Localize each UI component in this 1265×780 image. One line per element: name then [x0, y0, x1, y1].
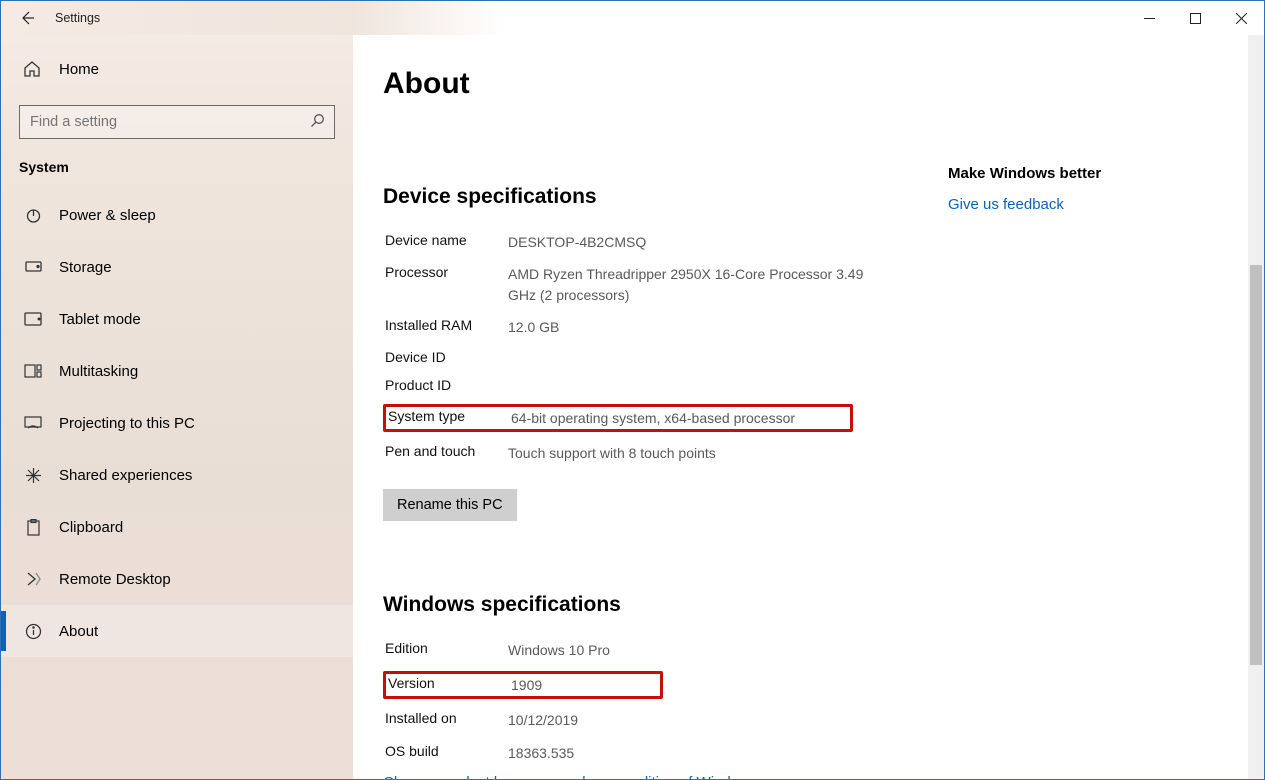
titlebar: Settings — [1, 1, 1264, 35]
rename-pc-button[interactable]: Rename this PC — [383, 489, 517, 521]
maximize-button[interactable] — [1172, 2, 1218, 34]
windows-spec-heading: Windows specifications — [383, 593, 1264, 617]
home-icon — [23, 60, 41, 78]
multitasking-icon — [23, 364, 43, 378]
spec-value: 18363.535 — [508, 743, 574, 763]
spec-label: Installed RAM — [385, 317, 508, 337]
window-title: Settings — [55, 11, 100, 25]
spec-value: 12.0 GB — [508, 317, 559, 337]
sidebar-item-label: Projecting to this PC — [59, 415, 195, 432]
spec-label: Product ID — [385, 377, 508, 393]
sidebar-item-label: Storage — [59, 259, 112, 276]
spec-edition: Edition Windows 10 Pro — [383, 639, 1264, 661]
sidebar-item-label: Power & sleep — [59, 207, 156, 224]
shared-experiences-icon — [23, 467, 43, 484]
spec-value: AMD Ryzen Threadripper 2950X 16-Core Pro… — [508, 264, 868, 305]
scrollbar[interactable] — [1248, 35, 1264, 779]
minimize-icon — [1144, 13, 1155, 24]
about-icon — [23, 623, 43, 640]
spec-label: Version — [388, 675, 511, 695]
close-icon — [1236, 13, 1247, 24]
arrow-left-icon — [19, 10, 35, 26]
spec-label: OS build — [385, 743, 508, 763]
sidebar-item-storage[interactable]: Storage — [1, 241, 353, 293]
spec-label: Processor — [385, 264, 508, 305]
sidebar-item-label: About — [59, 623, 98, 640]
page-title: About — [383, 67, 1264, 101]
close-button[interactable] — [1218, 2, 1264, 34]
sidebar-item-tablet-mode[interactable]: Tablet mode — [1, 293, 353, 345]
spec-pen-touch: Pen and touch Touch support with 8 touch… — [383, 442, 1264, 464]
sidebar-item-remote-desktop[interactable]: Remote Desktop — [1, 553, 353, 605]
right-pane: Make Windows better Give us feedback — [948, 165, 1101, 213]
device-spec-heading: Device specifications — [383, 185, 1264, 209]
spec-label: System type — [388, 408, 511, 428]
power-icon — [23, 207, 43, 224]
sidebar-item-label: Shared experiences — [59, 467, 192, 484]
remote-desktop-icon — [23, 571, 43, 587]
spec-installed-on: Installed on 10/12/2019 — [383, 709, 1264, 731]
tablet-icon — [23, 312, 43, 326]
spec-processor: Processor AMD Ryzen Threadripper 2950X 1… — [383, 263, 1264, 306]
sidebar-item-label: Multitasking — [59, 363, 138, 380]
search-icon — [309, 113, 325, 132]
window-controls — [1126, 2, 1264, 34]
spec-value: 64-bit operating system, x64-based proce… — [511, 408, 795, 428]
projecting-icon — [23, 416, 43, 431]
sidebar-item-label: Remote Desktop — [59, 571, 171, 588]
search-container — [19, 105, 335, 139]
sidebar-item-label: Clipboard — [59, 519, 123, 536]
spec-system-type: System type 64-bit operating system, x64… — [383, 404, 853, 432]
spec-label: Device name — [385, 232, 508, 252]
scrollbar-thumb[interactable] — [1250, 265, 1262, 665]
spec-device-id: Device ID — [383, 348, 1264, 366]
sidebar-item-shared-experiences[interactable]: Shared experiences — [1, 449, 353, 501]
spec-value: Touch support with 8 touch points — [508, 443, 716, 463]
sidebar-item-label: Tablet mode — [59, 311, 141, 328]
spec-label: Device ID — [385, 349, 508, 365]
sidebar-group-label: System — [1, 159, 353, 175]
sidebar-item-projecting[interactable]: Projecting to this PC — [1, 397, 353, 449]
search-input[interactable] — [19, 105, 335, 139]
storage-icon — [23, 261, 43, 273]
sidebar: Home System Power & sleep Storage — [1, 35, 353, 779]
spec-product-id: Product ID — [383, 376, 1264, 394]
spec-value: 10/12/2019 — [508, 710, 578, 730]
feedback-link[interactable]: Give us feedback — [948, 196, 1101, 213]
back-button[interactable] — [13, 4, 41, 32]
sidebar-item-about[interactable]: About — [1, 605, 353, 657]
spec-os-build: OS build 18363.535 — [383, 742, 1264, 764]
spec-label: Pen and touch — [385, 443, 508, 463]
spec-value: DESKTOP-4B2CMSQ — [508, 232, 646, 252]
sidebar-item-multitasking[interactable]: Multitasking — [1, 345, 353, 397]
minimize-button[interactable] — [1126, 2, 1172, 34]
main-content: About Device specifications Device name … — [353, 35, 1264, 779]
sidebar-item-power-sleep[interactable]: Power & sleep — [1, 189, 353, 241]
maximize-icon — [1190, 13, 1201, 24]
right-pane-heading: Make Windows better — [948, 165, 1101, 182]
sidebar-item-clipboard[interactable]: Clipboard — [1, 501, 353, 553]
spec-device-name: Device name DESKTOP-4B2CMSQ — [383, 231, 1264, 253]
spec-value: Windows 10 Pro — [508, 640, 610, 660]
change-product-key-link[interactable]: Change product key or upgrade your editi… — [383, 774, 1264, 779]
spec-value: 1909 — [511, 675, 542, 695]
sidebar-home[interactable]: Home — [1, 49, 353, 89]
spec-label: Edition — [385, 640, 508, 660]
clipboard-icon — [23, 519, 43, 536]
spec-version: Version 1909 — [383, 671, 663, 699]
spec-ram: Installed RAM 12.0 GB — [383, 316, 1264, 338]
sidebar-home-label: Home — [59, 61, 99, 78]
spec-label: Installed on — [385, 710, 508, 730]
